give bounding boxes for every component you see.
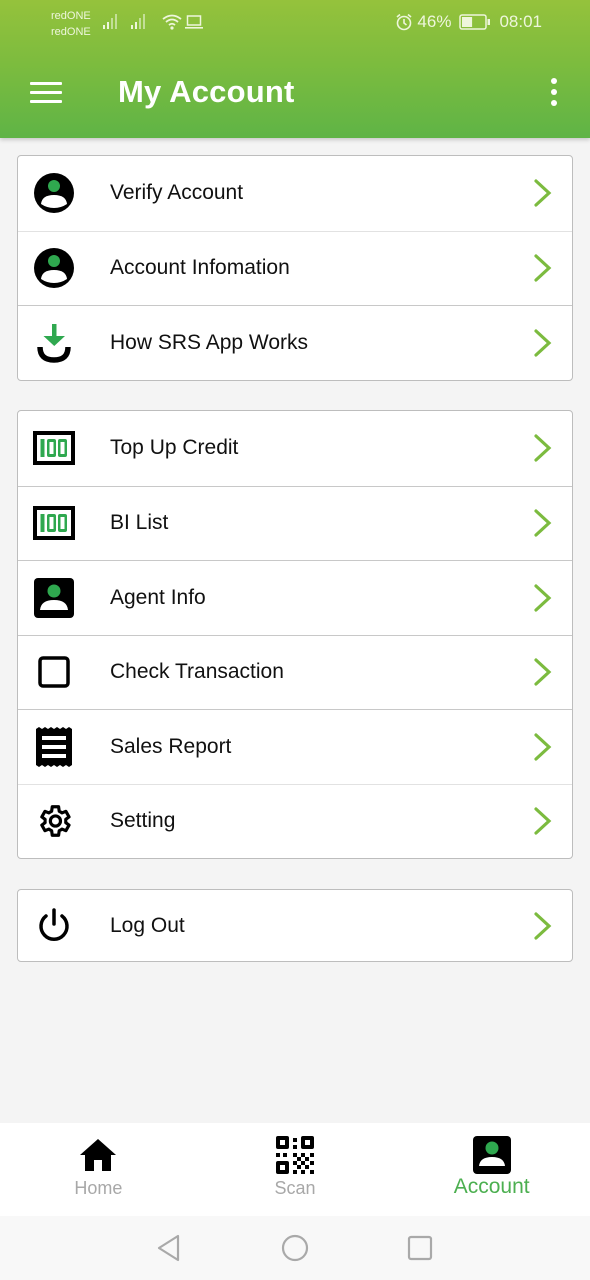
nav-item-scan[interactable]: Scan (197, 1123, 394, 1216)
user-card-icon (472, 1135, 512, 1175)
menu-item-top-up-credit[interactable]: Top Up Credit (18, 411, 572, 486)
menu-item-label: Account Infomation (110, 256, 290, 280)
receipt-icon (33, 726, 75, 768)
logout-section: Log Out (17, 889, 573, 962)
banknote-100-icon (33, 502, 75, 544)
chevron-right-icon (534, 179, 552, 207)
chevron-right-icon (534, 911, 552, 940)
chevron-right-icon (534, 254, 552, 282)
chevron-right-icon (534, 434, 552, 462)
gear-icon (33, 800, 75, 842)
banknote-100-icon (33, 427, 75, 469)
nav-label: Scan (274, 1178, 316, 1198)
clock: 08:01 (499, 12, 542, 31)
recents-icon[interactable] (405, 1233, 435, 1263)
menu-item-label: Sales Report (110, 734, 232, 758)
menu-item-sales-report[interactable]: Sales Report (18, 709, 572, 784)
menu-item-label: Log Out (110, 913, 185, 937)
user-circle-icon (33, 172, 75, 214)
menu-item-label: Check Transaction (110, 660, 284, 684)
home-circle-icon[interactable] (280, 1233, 310, 1263)
more-vertical-icon[interactable] (542, 72, 566, 112)
carrier-1: redONE (51, 10, 91, 22)
signal-icon (131, 13, 145, 29)
menu-item-check-transaction[interactable]: Check Transaction (18, 634, 572, 710)
signal-icon (103, 13, 117, 29)
menu-item-label: How SRS App Works (110, 330, 309, 354)
menu-item-bi-list[interactable]: BI List (18, 485, 572, 561)
chevron-right-icon (534, 584, 552, 612)
laptop-icon (185, 15, 203, 29)
user-circle-icon (33, 247, 75, 289)
services-section: Top Up Credit BI List Agent Info Check T… (17, 410, 573, 859)
nav-label: Home (74, 1178, 123, 1198)
battery-percent: 46% (417, 12, 452, 31)
chevron-right-icon (534, 658, 552, 686)
user-card-icon (33, 577, 75, 619)
top-bar: redONE redONE 46% 08:01 My Account (0, 0, 590, 138)
chevron-right-icon (534, 807, 552, 835)
menu-item-how-srs-app-works[interactable]: How SRS App Works (18, 305, 572, 380)
wifi-icon (162, 14, 182, 30)
bottom-navigation: Home Scan Account (0, 1123, 590, 1216)
menu-item-label: Verify Account (110, 181, 244, 205)
menu-item-label: Agent Info (110, 585, 206, 609)
menu-item-verify-account[interactable]: Verify Account (18, 156, 572, 231)
chevron-right-icon (534, 329, 552, 357)
carrier-2: redONE (51, 26, 91, 38)
square-outline-icon (33, 651, 75, 693)
chevron-right-icon (534, 509, 552, 537)
menu-item-account-information[interactable]: Account Infomation (18, 230, 572, 306)
menu-item-label: Top Up Credit (110, 436, 239, 460)
download-arrow-icon (33, 322, 75, 364)
qr-code-icon (275, 1135, 315, 1175)
menu-item-label: Setting (110, 809, 176, 833)
chevron-right-icon (534, 733, 552, 761)
status-right: 46% 08:01 (395, 12, 542, 32)
home-icon (78, 1135, 118, 1175)
nav-item-home[interactable]: Home (0, 1123, 197, 1216)
power-icon (33, 905, 75, 947)
alarm-icon (396, 13, 412, 31)
menu-item-log-out[interactable]: Log Out (18, 890, 572, 961)
back-icon[interactable] (154, 1233, 184, 1263)
menu-item-setting[interactable]: Setting (18, 783, 572, 859)
account-section: Verify Account Account Infomation How SR… (17, 155, 573, 381)
carrier-labels: redONE redONE (51, 8, 91, 40)
battery-icon (459, 14, 491, 30)
nav-item-account[interactable]: Account (393, 1123, 590, 1216)
hamburger-menu-icon[interactable] (24, 70, 68, 114)
page-title: My Account (118, 74, 295, 109)
status-bar: redONE redONE 46% 08:01 (0, 0, 590, 46)
nav-label: Account (453, 1175, 530, 1198)
system-navigation-bar (0, 1216, 590, 1280)
menu-item-agent-info[interactable]: Agent Info (18, 560, 572, 635)
app-bar: My Account (0, 46, 590, 138)
signal-indicators (103, 13, 145, 29)
menu-item-label: BI List (110, 511, 169, 535)
